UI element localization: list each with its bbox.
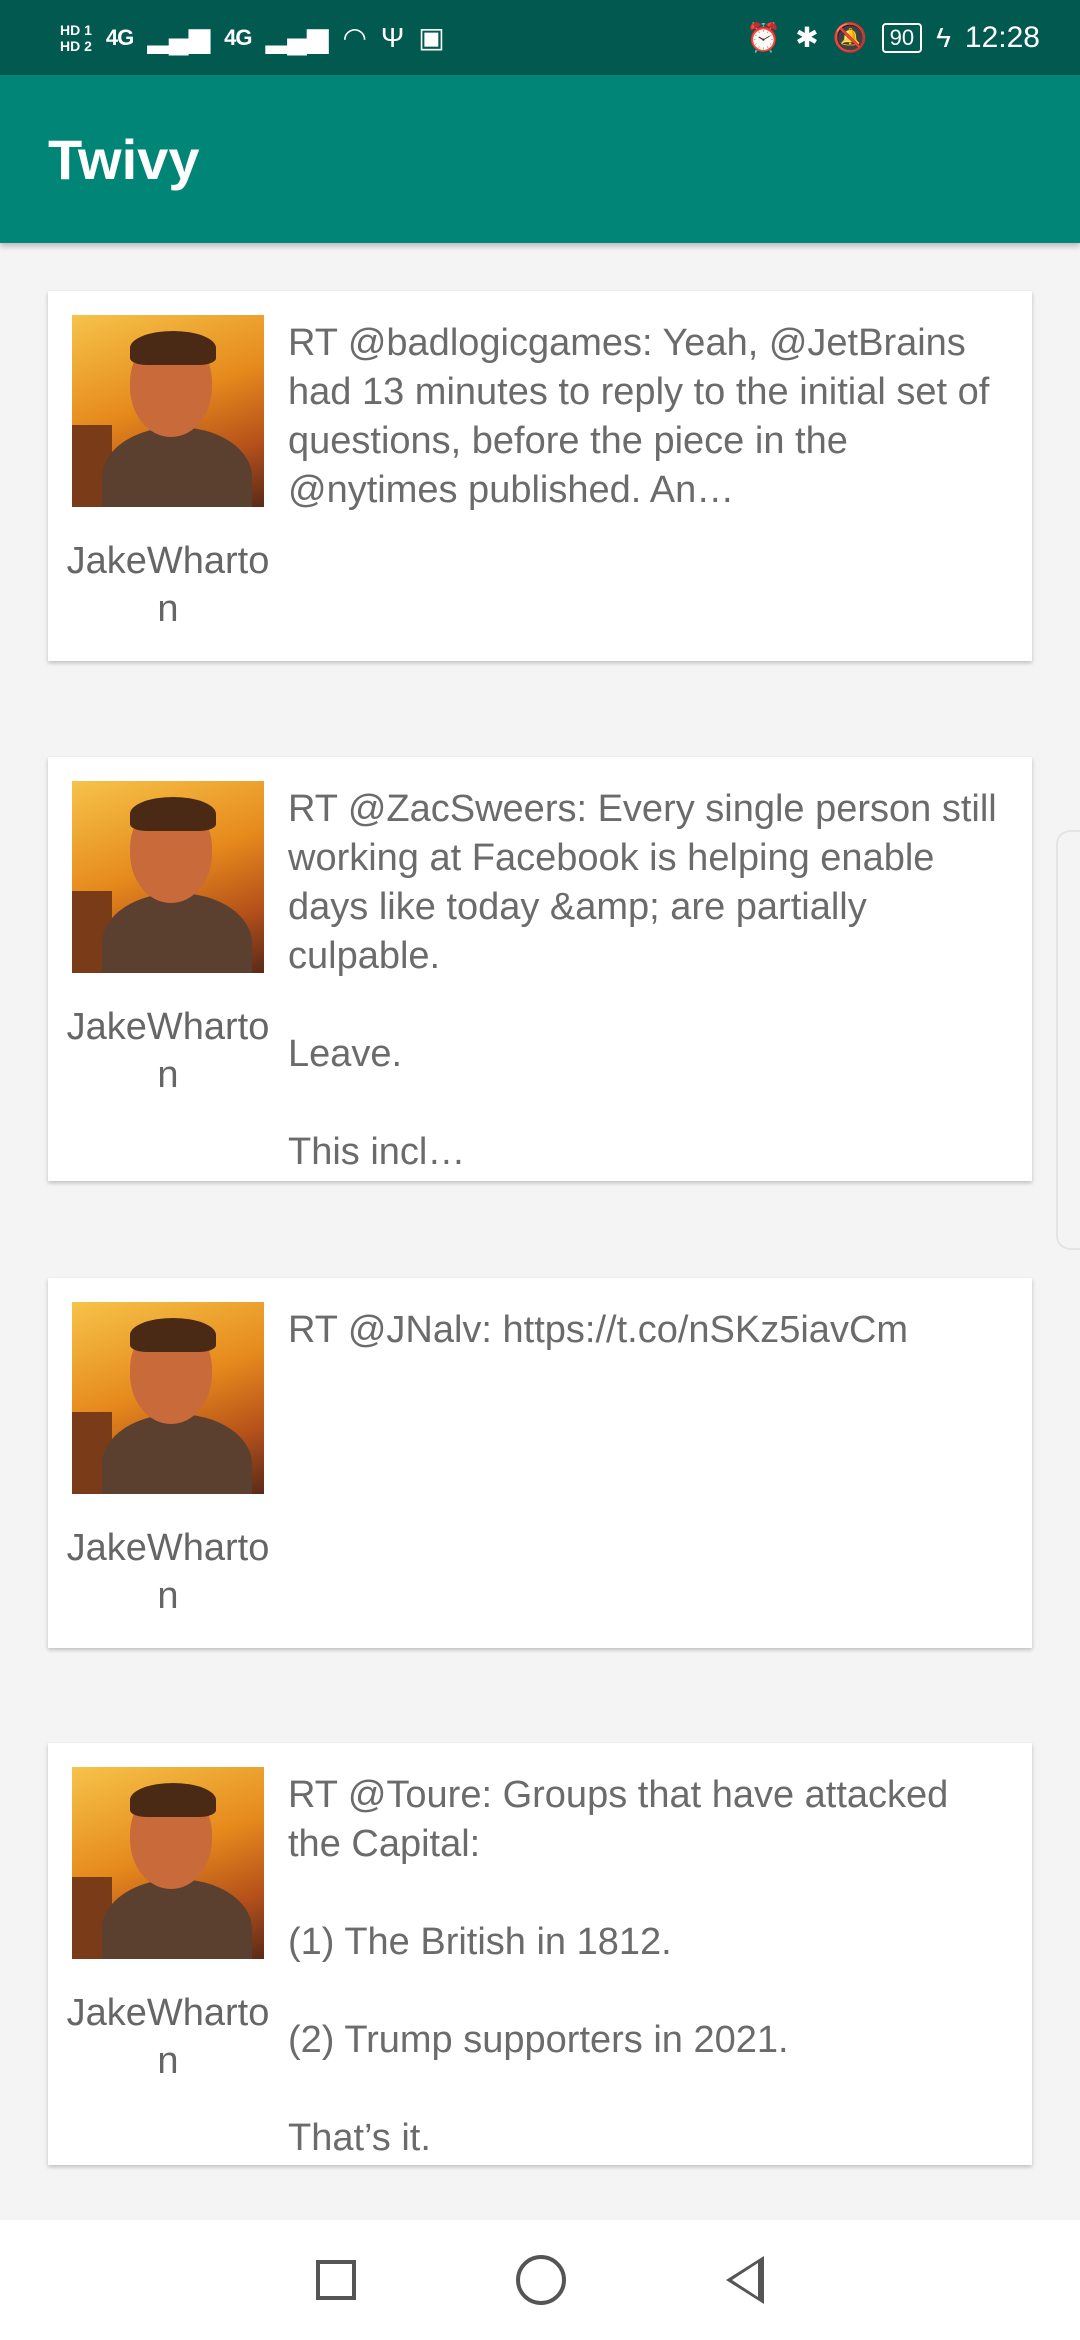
recents-button[interactable] (316, 2260, 356, 2300)
navigation-bar (0, 2220, 1080, 2340)
home-button[interactable] (516, 2255, 566, 2305)
tweet-username[interactable]: JakeWharton (64, 1003, 272, 1099)
signal-2-icon: ▂▄▆ (265, 21, 329, 53)
tweet-username[interactable]: JakeWharton (64, 537, 272, 633)
network-2-label: 4G (224, 24, 252, 50)
network-1-label: 4G (105, 24, 134, 50)
tweet-card[interactable]: JakeWharton RT @JNalv: https://t.co/nSKz… (48, 1278, 1032, 1648)
edge-panel-handle[interactable] (1056, 830, 1080, 1250)
battery-indicator: 90 (881, 22, 923, 53)
bluetooth-icon: ✱ (795, 21, 819, 53)
hd-1-label: HD 1 (60, 21, 92, 38)
status-bar-right: ⏰ ✱ 🔕 90 ϟ 12:28 (746, 21, 1040, 55)
tweet-username[interactable]: JakeWharton (64, 1989, 272, 2085)
user-avatar[interactable] (72, 781, 264, 973)
alarm-icon: ⏰ (746, 21, 782, 53)
app-notification-icon: ▣ (418, 21, 445, 53)
hd-indicator: HD 1 HD 2 (60, 22, 92, 54)
tweet-card[interactable]: JakeWharton RT @badlogicgames: Yeah, @Je… (48, 291, 1032, 661)
hd-2-label: HD 2 (60, 37, 92, 54)
status-bar-left: HD 1 HD 2 4G ▂▄▆ 4G ▂▄▆ ◠ Ψ ▣ (60, 22, 445, 54)
user-avatar[interactable] (72, 315, 264, 507)
status-bar: HD 1 HD 2 4G ▂▄▆ 4G ▂▄▆ ◠ Ψ ▣ ⏰ ✱ 🔕 90 ϟ… (0, 0, 1080, 75)
wifi-icon: ◠ (342, 21, 367, 53)
tweet-text: RT @JNalv: https://t.co/nSKz5iavCm (288, 1309, 909, 1351)
back-button[interactable] (726, 2256, 764, 2304)
user-avatar[interactable] (72, 1302, 264, 1494)
mute-bell-icon: 🔕 (832, 21, 868, 53)
tweet-text: RT @badlogicgames: Yeah, @JetBrains had … (288, 322, 990, 511)
tweet-text: RT @ZacSweers: Every single person still… (288, 788, 997, 1173)
tweet-text: RT @Toure: Groups that have attacked the… (288, 1774, 949, 2159)
app-bar: Twivy (0, 75, 1080, 243)
tweet-username[interactable]: JakeWharton (64, 1524, 272, 1620)
tweet-card[interactable]: JakeWharton RT @Toure: Groups that have … (48, 1743, 1032, 2165)
user-avatar[interactable] (72, 1767, 264, 1959)
signal-1-icon: ▂▄▆ (147, 21, 211, 53)
usb-icon: Ψ (380, 21, 405, 53)
clock: 12:28 (964, 20, 1040, 54)
tweet-card[interactable]: JakeWharton RT @ZacSweers: Every single … (48, 757, 1032, 1181)
app-title: Twivy (48, 127, 200, 191)
charging-icon: ϟ (936, 21, 951, 53)
